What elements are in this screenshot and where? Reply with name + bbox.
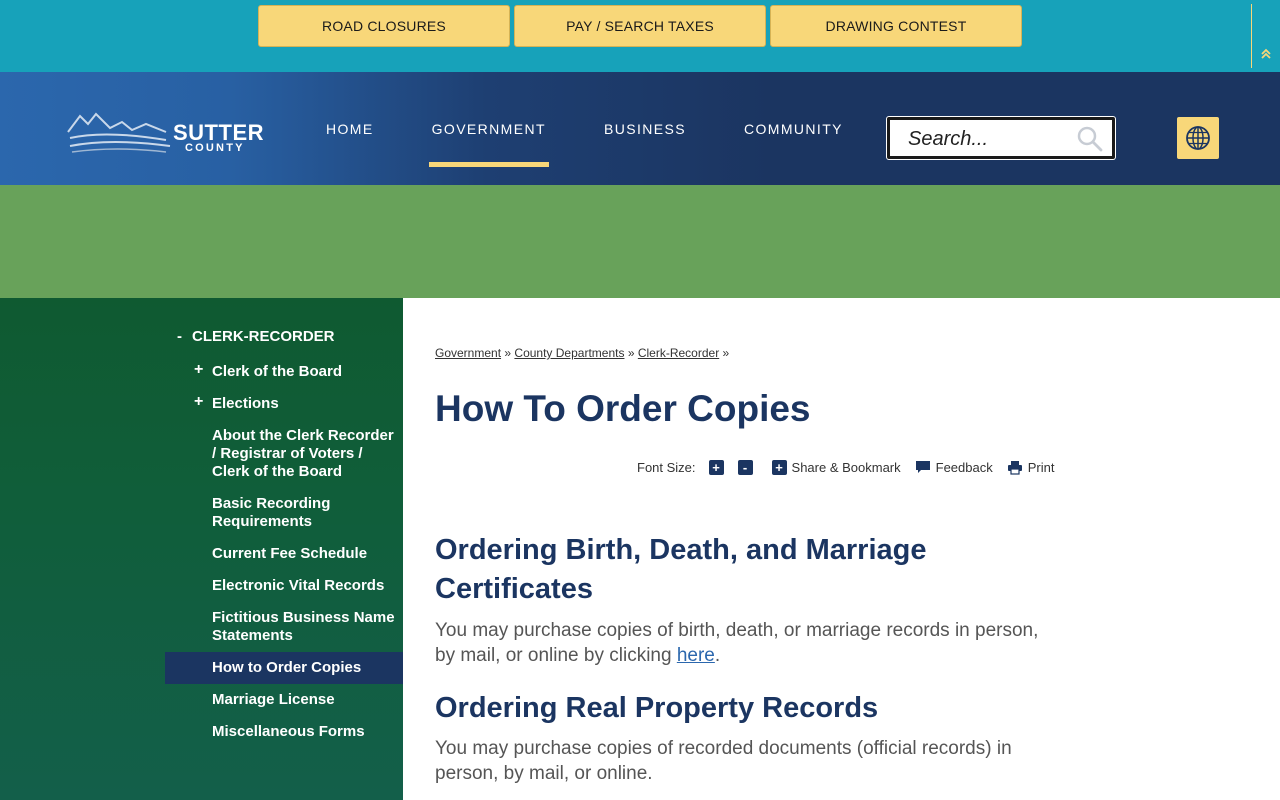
font-decrease-icon[interactable]: -	[737, 460, 753, 475]
sidebar-item-current-fee-schedule[interactable]: Current Fee Schedule	[165, 538, 403, 570]
breadcrumb-government[interactable]: Government	[435, 346, 501, 360]
breadcrumb-separator: »	[627, 346, 635, 360]
share-bookmark-button[interactable]: + Share & Bookmark	[771, 460, 901, 475]
sidebar-item-basic-recording-requirements[interactable]: Basic Recording Requirements	[165, 488, 403, 538]
main-content: Government » County Departments » Clerk-…	[435, 298, 1075, 800]
order-online-link[interactable]: here	[677, 645, 715, 666]
search-input[interactable]	[908, 126, 1068, 152]
speech-bubble-icon	[915, 461, 930, 473]
sidebar-item-label: About the Clerk Recorder / Registrar of …	[212, 427, 394, 480]
page-title: How To Order Copies	[435, 388, 811, 429]
collapse-toggle-icon: -	[177, 328, 182, 345]
sidebar-item-label: Basic Recording Requirements	[212, 495, 331, 530]
quick-link-road-closures[interactable]: ROAD CLOSURES	[258, 5, 510, 47]
section-text-real-property: You may purchase copies of recorded docu…	[435, 738, 1012, 784]
sidebar-item-label: Electronic Vital Records	[212, 577, 385, 594]
nav-government[interactable]: GOVERNMENT	[403, 72, 575, 185]
feedback-button[interactable]: Feedback	[915, 460, 993, 475]
breadcrumb-separator: »	[504, 346, 512, 360]
sidebar-item-label: How to Order Copies	[212, 659, 362, 676]
font-increase-icon[interactable]: +	[708, 460, 724, 475]
nav-home[interactable]: HOME	[297, 72, 403, 185]
quick-link-drawing-contest[interactable]: DRAWING CONTEST	[770, 5, 1022, 47]
sidebar-item-label: Current Fee Schedule	[212, 545, 368, 562]
font-size-label: Font Size:	[637, 460, 696, 475]
quick-links-bar: ROAD CLOSURES PAY / SEARCH TAXES DRAWING…	[0, 0, 1280, 72]
topbar-divider	[1251, 4, 1252, 68]
sidebar-item-about[interactable]: About the Clerk Recorder / Registrar of …	[165, 420, 403, 488]
print-label: Print	[1027, 460, 1055, 475]
logo-subname: COUNTY	[185, 142, 245, 154]
breadcrumb-separator: »	[722, 346, 730, 360]
expand-plus-icon[interactable]: +	[194, 361, 203, 379]
plus-square-icon: +	[771, 460, 787, 475]
print-button[interactable]: Print	[1007, 460, 1055, 475]
globe-icon	[1186, 126, 1210, 150]
section-text-end: .	[714, 645, 721, 666]
double-chevron-up-icon	[1261, 48, 1271, 59]
sidebar-item-clerk-of-the-board[interactable]: + Clerk of the Board	[165, 356, 403, 388]
section-heading-certificates: Ordering Birth, Death, and Marriage Cert…	[435, 534, 927, 605]
sidebar-item-marriage-license[interactable]: Marriage License	[165, 684, 403, 716]
page-tools: Font Size: + - + Share & Bookmark Feedba…	[637, 460, 1054, 475]
search-box	[887, 117, 1115, 159]
quick-link-pay-search-taxes[interactable]: PAY / SEARCH TAXES	[514, 5, 766, 47]
nav-community[interactable]: COMMUNITY	[715, 72, 872, 185]
sidebar-item-label: Marriage License	[212, 691, 335, 708]
site-header: SUTTER COUNTY HOME GOVERNMENT BUSINESS C…	[0, 72, 1280, 185]
collapse-quick-links-button[interactable]	[1256, 46, 1276, 66]
quick-links: ROAD CLOSURES PAY / SEARCH TAXES DRAWING…	[258, 5, 1022, 47]
page-banner	[0, 185, 1280, 298]
breadcrumb-clerk-recorder[interactable]: Clerk-Recorder	[638, 346, 719, 360]
sidebar-item-fictitious-business-name[interactable]: Fictitious Business Name Statements	[165, 602, 403, 652]
breadcrumb: Government » County Departments » Clerk-…	[435, 346, 729, 360]
printer-icon	[1007, 461, 1022, 475]
expand-plus-icon[interactable]: +	[194, 393, 203, 411]
main-nav: HOME GOVERNMENT BUSINESS COMMUNITY	[297, 72, 872, 185]
sidebar-heading-label: CLERK-RECORDER	[192, 328, 335, 345]
section-text: You may purchase copies of birth, death,…	[435, 620, 1039, 666]
section-text-certificates: You may purchase copies of birth, death,…	[435, 618, 1055, 668]
sidebar-nav: - CLERK-RECORDER + Clerk of the Board + …	[0, 298, 403, 800]
sidebar-heading-clerk-recorder[interactable]: - CLERK-RECORDER	[177, 328, 335, 345]
translate-button[interactable]	[1177, 117, 1219, 159]
sidebar-item-label: Fictitious Business Name Statements	[212, 609, 395, 644]
sidebar-item-label: Clerk of the Board	[212, 363, 343, 380]
sidebar-item-label: Miscellaneous Forms	[212, 723, 365, 740]
search-icon[interactable]	[1076, 125, 1104, 153]
section-heading-real-property: Ordering Real Property Records	[435, 692, 879, 724]
breadcrumb-county-departments[interactable]: County Departments	[514, 346, 624, 360]
mountain-logo-icon	[67, 112, 171, 153]
nav-business[interactable]: BUSINESS	[575, 72, 715, 185]
sidebar-item-electronic-vital-records[interactable]: Electronic Vital Records	[165, 570, 403, 602]
feedback-label: Feedback	[935, 460, 993, 475]
sidebar-item-label: Elections	[212, 395, 279, 412]
share-bookmark-label: Share & Bookmark	[791, 460, 901, 475]
sidebar-item-miscellaneous-forms[interactable]: Miscellaneous Forms	[165, 716, 403, 748]
sidebar-item-elections[interactable]: + Elections	[165, 388, 403, 420]
sidebar-item-how-to-order-copies[interactable]: How to Order Copies	[165, 652, 403, 684]
sidebar-list: + Clerk of the Board + Elections About t…	[165, 356, 403, 748]
sutter-county-logo[interactable]: SUTTER COUNTY	[66, 110, 266, 160]
